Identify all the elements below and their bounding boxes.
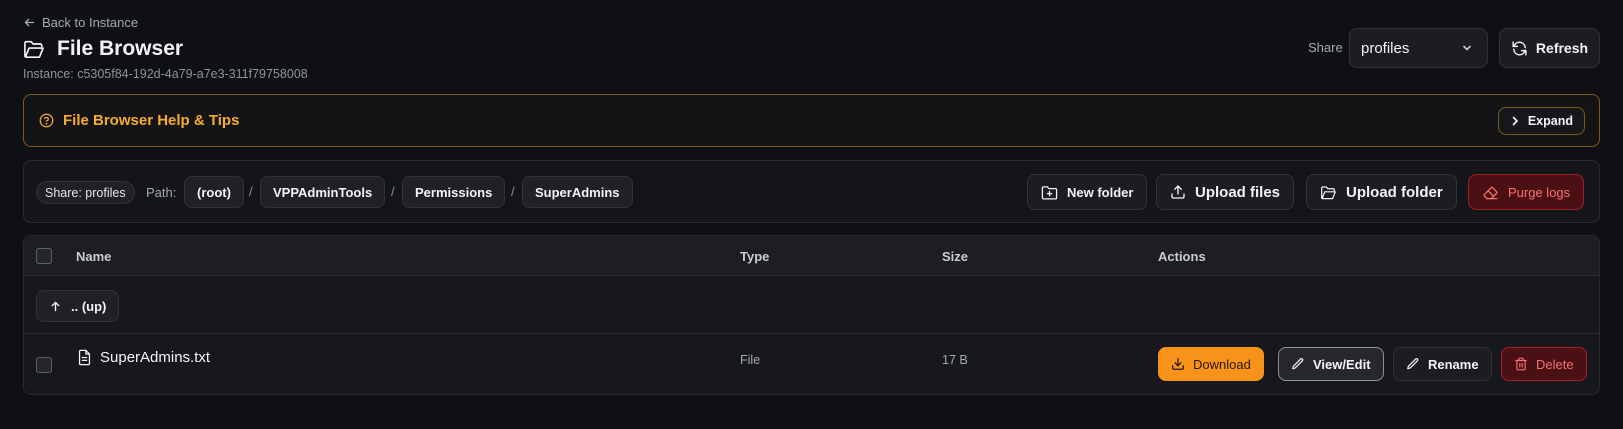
rename-label: Rename	[1428, 356, 1479, 372]
chevron-down-icon	[1461, 42, 1473, 54]
upload-files-button[interactable]: Upload files	[1156, 174, 1295, 210]
pencil-icon	[1291, 357, 1305, 371]
breadcrumb-separator: /	[511, 184, 515, 199]
arrow-left-icon	[23, 16, 36, 29]
purge-logs-label: Purge logs	[1508, 184, 1571, 200]
breadcrumb-vppadmintools[interactable]: VPPAdminTools	[260, 176, 386, 208]
help-title-label: File Browser Help & Tips	[63, 112, 240, 129]
path-label: Path:	[146, 185, 177, 200]
file-type-cell: File	[740, 353, 761, 367]
download-icon	[1171, 357, 1185, 371]
pencil-icon	[1406, 357, 1420, 371]
help-circle-icon	[39, 113, 54, 128]
new-folder-label: New folder	[1067, 184, 1134, 200]
folder-open-icon	[1320, 185, 1337, 200]
expand-label: Expand	[1527, 114, 1573, 128]
row-checkbox[interactable]	[36, 357, 52, 373]
column-header-size: Size	[942, 249, 969, 264]
select-all-checkbox[interactable]	[36, 248, 52, 264]
breadcrumb-root[interactable]: (root)	[184, 176, 244, 208]
expand-help-button[interactable]: Expand	[1497, 107, 1585, 135]
share-label: Share	[1308, 40, 1343, 55]
back-link-label: Back to Instance	[42, 15, 139, 30]
column-header-type: Type	[740, 249, 770, 264]
folder-open-icon	[23, 39, 45, 59]
rename-button[interactable]: Rename	[1393, 347, 1492, 381]
folder-plus-icon	[1041, 185, 1058, 200]
up-directory-button[interactable]: .. (up)	[36, 290, 120, 322]
file-table: Name Type Size Actions .. (up) SuperAdmi…	[23, 235, 1600, 395]
table-header: Name Type Size Actions	[24, 236, 1599, 276]
new-folder-button[interactable]: New folder	[1027, 174, 1148, 210]
share-chip: Share: profiles	[36, 181, 135, 204]
delete-label: Delete	[1536, 356, 1574, 372]
refresh-label: Refresh	[1535, 40, 1589, 56]
share-select-value: profiles	[1361, 39, 1410, 57]
upload-icon	[1170, 184, 1186, 200]
download-label: Download	[1193, 356, 1251, 372]
page-header: File Browser	[23, 37, 183, 61]
view-edit-label: View/Edit	[1313, 356, 1371, 372]
trash-icon	[1514, 357, 1528, 371]
breadcrumb-superadmins[interactable]: SuperAdmins	[522, 176, 633, 208]
view-edit-button[interactable]: View/Edit	[1278, 347, 1384, 381]
breadcrumb-separator: /	[391, 184, 395, 199]
upload-folder-button[interactable]: Upload folder	[1306, 174, 1457, 210]
purge-logs-button[interactable]: Purge logs	[1468, 174, 1585, 210]
table-row: SuperAdmins.txt File 17 B Download View/…	[24, 334, 1599, 394]
eraser-icon	[1482, 185, 1499, 200]
table-row-up: .. (up)	[24, 276, 1599, 334]
file-size-cell: 17 B	[942, 353, 968, 367]
up-label: .. (up)	[71, 298, 107, 314]
back-to-instance-link[interactable]: Back to Instance	[23, 15, 138, 30]
instance-id: Instance: c5305f84-192d-4a79-a7e3-311f79…	[23, 67, 308, 81]
refresh-icon	[1511, 40, 1528, 57]
column-header-actions: Actions	[1158, 249, 1206, 264]
file-name-label: SuperAdmins.txt	[100, 349, 211, 366]
path-toolbar: Share: profiles Path: (root) / VPPAdminT…	[23, 160, 1600, 223]
file-text-icon	[77, 349, 92, 366]
arrow-up-icon	[49, 300, 62, 313]
download-button[interactable]: Download	[1158, 347, 1264, 381]
breadcrumb-separator: /	[249, 184, 253, 199]
delete-button[interactable]: Delete	[1501, 347, 1587, 381]
breadcrumb-permissions[interactable]: Permissions	[402, 176, 506, 208]
help-panel: File Browser Help & Tips Expand	[23, 94, 1600, 147]
page-title: File Browser	[57, 37, 184, 60]
upload-files-label: Upload files	[1195, 183, 1281, 201]
upload-folder-label: Upload folder	[1346, 183, 1443, 201]
help-title: File Browser Help & Tips	[39, 95, 239, 146]
share-select[interactable]: profiles	[1349, 28, 1488, 68]
refresh-button[interactable]: Refresh	[1499, 28, 1600, 68]
column-header-name: Name	[76, 249, 112, 264]
file-name-cell[interactable]: SuperAdmins.txt	[77, 349, 210, 366]
chevron-right-icon	[1510, 116, 1520, 126]
